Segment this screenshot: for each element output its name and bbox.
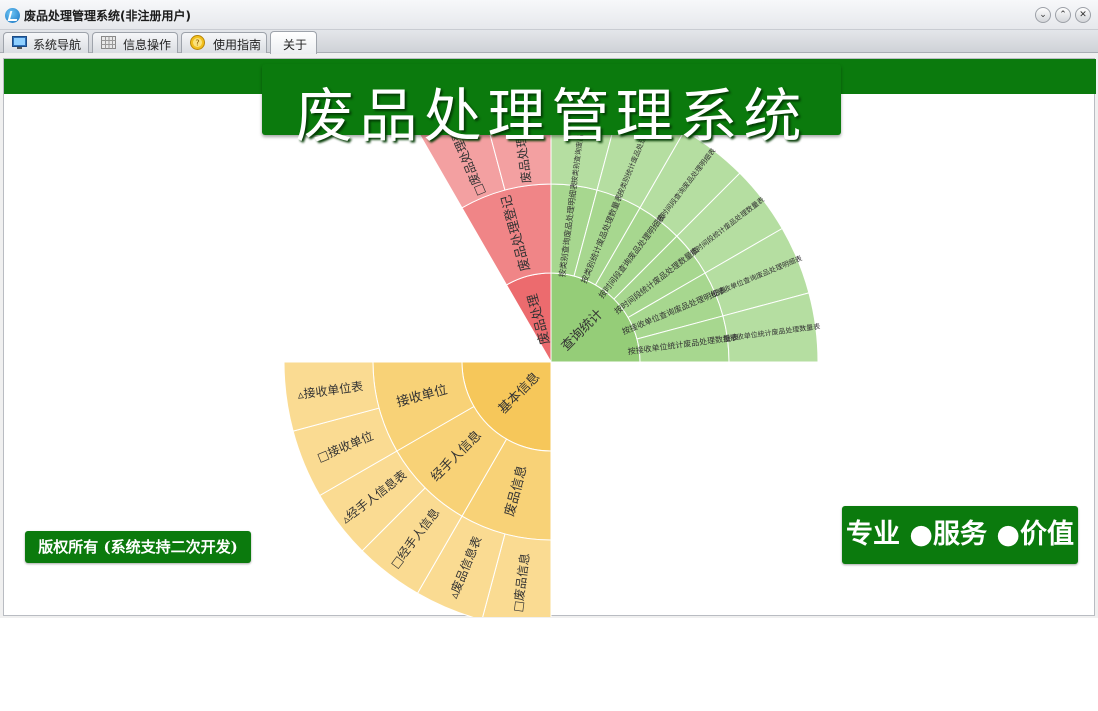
- tab-info-ops[interactable]: 信息操作: [92, 32, 178, 53]
- app-window: 废品处理管理系统(非注册用户) ⌄ ⌃ ✕ 系统导航 信息操作 ? 使用指南 关…: [0, 0, 1098, 618]
- window-title: 废品处理管理系统(非注册用户): [24, 9, 191, 23]
- system-title: 废品处理管理系统: [295, 82, 808, 150]
- tab-user-guide[interactable]: ? 使用指南: [181, 32, 267, 53]
- expand-icon[interactable]: ⌃: [1055, 7, 1071, 23]
- svg-text:?: ?: [195, 39, 199, 48]
- title-bar: 废品处理管理系统(非注册用户) ⌄ ⌃ ✕: [0, 0, 1098, 30]
- help-coin-icon: ?: [190, 35, 205, 50]
- monitor-icon: [12, 36, 27, 49]
- grid-icon: [101, 36, 116, 49]
- tab-label: 系统导航: [33, 38, 82, 52]
- system-banner: 废品处理管理系统: [262, 64, 841, 150]
- main-panel: 废品处理 废品处理登记 □废品处理登记 废品处理登记表 查询统计 按类别查询废品处理明细表…: [3, 58, 1096, 617]
- tab-label: 使用指南: [213, 38, 262, 52]
- tab-label: 关于: [283, 38, 308, 52]
- app-logo-icon: [5, 8, 20, 23]
- close-icon[interactable]: ✕: [1075, 7, 1091, 23]
- slogan-label: 专业 ●服务 ●价值: [842, 506, 1078, 564]
- tab-bar: 系统导航 信息操作 ? 使用指南 关于: [0, 30, 1098, 54]
- tab-system-nav[interactable]: 系统导航: [3, 32, 89, 53]
- collapse-icon[interactable]: ⌄: [1035, 7, 1051, 23]
- tab-about[interactable]: 关于: [270, 31, 317, 54]
- tab-label: 信息操作: [123, 38, 172, 52]
- copyright-label: 版权所有 (系统支持二次开发): [25, 531, 251, 563]
